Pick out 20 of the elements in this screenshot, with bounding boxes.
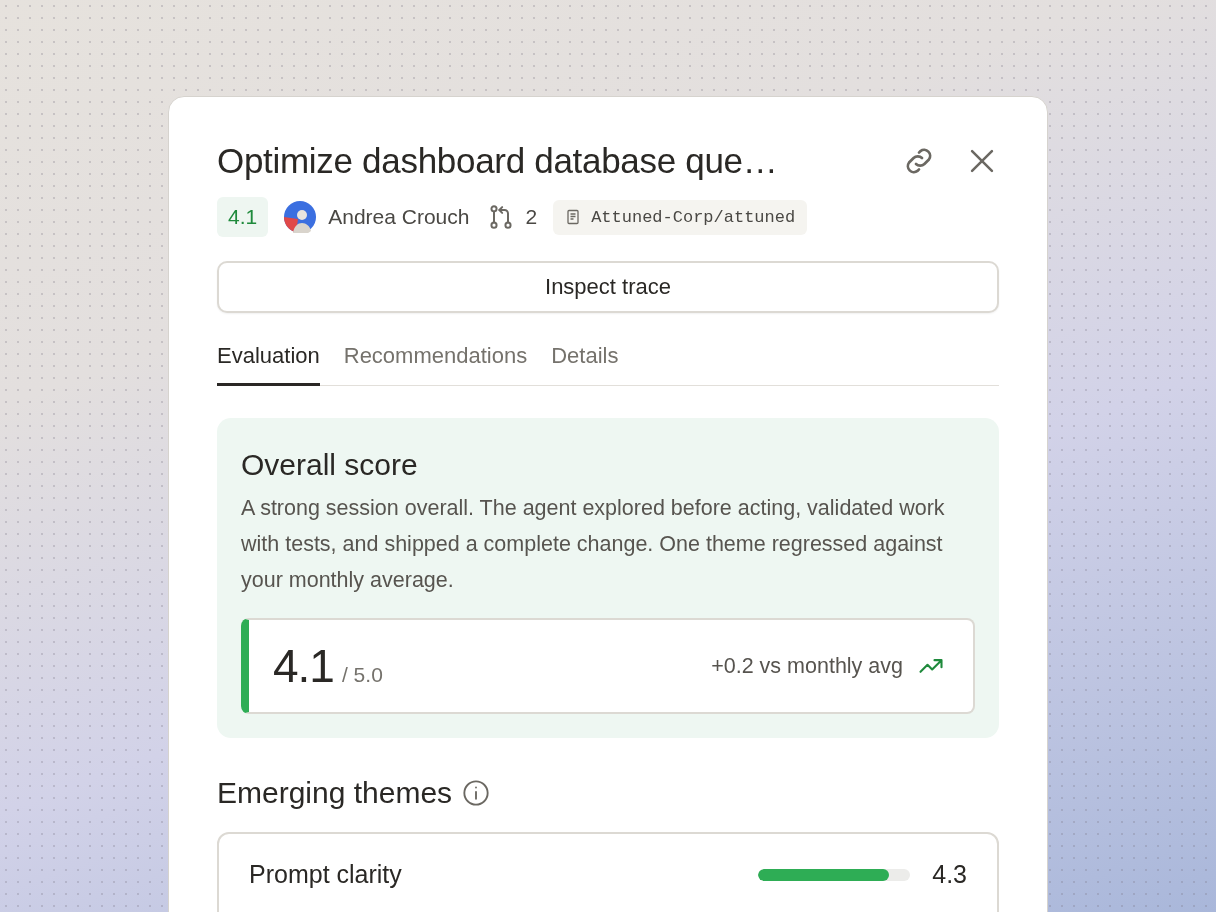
repo-name: Attuned-Corp/attuned (591, 207, 796, 227)
section-heading: Emerging themes (217, 776, 453, 810)
info-icon[interactable] (462, 779, 491, 807)
overall-score: 4.1 (273, 639, 334, 693)
theme-score: 4.3 (932, 860, 967, 889)
author-name: Andrea Crouch (328, 205, 470, 229)
tab[interactable]: Evaluation (217, 329, 320, 386)
avatar-icon (284, 201, 317, 233)
tab[interactable]: Recommendations (343, 329, 528, 386)
dialog-title: Optimize dashboard database que… (217, 141, 779, 181)
score-summary: A strong session overall. The agent explored before acting, validated work with tests, and shipped a complete change. One theme regressed against your monthly average. (241, 495, 946, 594)
tab[interactable]: Details (551, 329, 619, 386)
theme-name: Prompt clarity (249, 860, 403, 889)
score-max: / 5.0 (341, 663, 383, 687)
section-heading: Overall score (241, 448, 419, 482)
book-icon (565, 209, 582, 225)
pr-count: 2 (525, 205, 538, 229)
score-delta: +0.2 vs monthly avg (711, 653, 903, 679)
score-badge: 4.1 (217, 197, 269, 237)
inspect-trace-button[interactable]: Inspect trace (217, 261, 999, 313)
